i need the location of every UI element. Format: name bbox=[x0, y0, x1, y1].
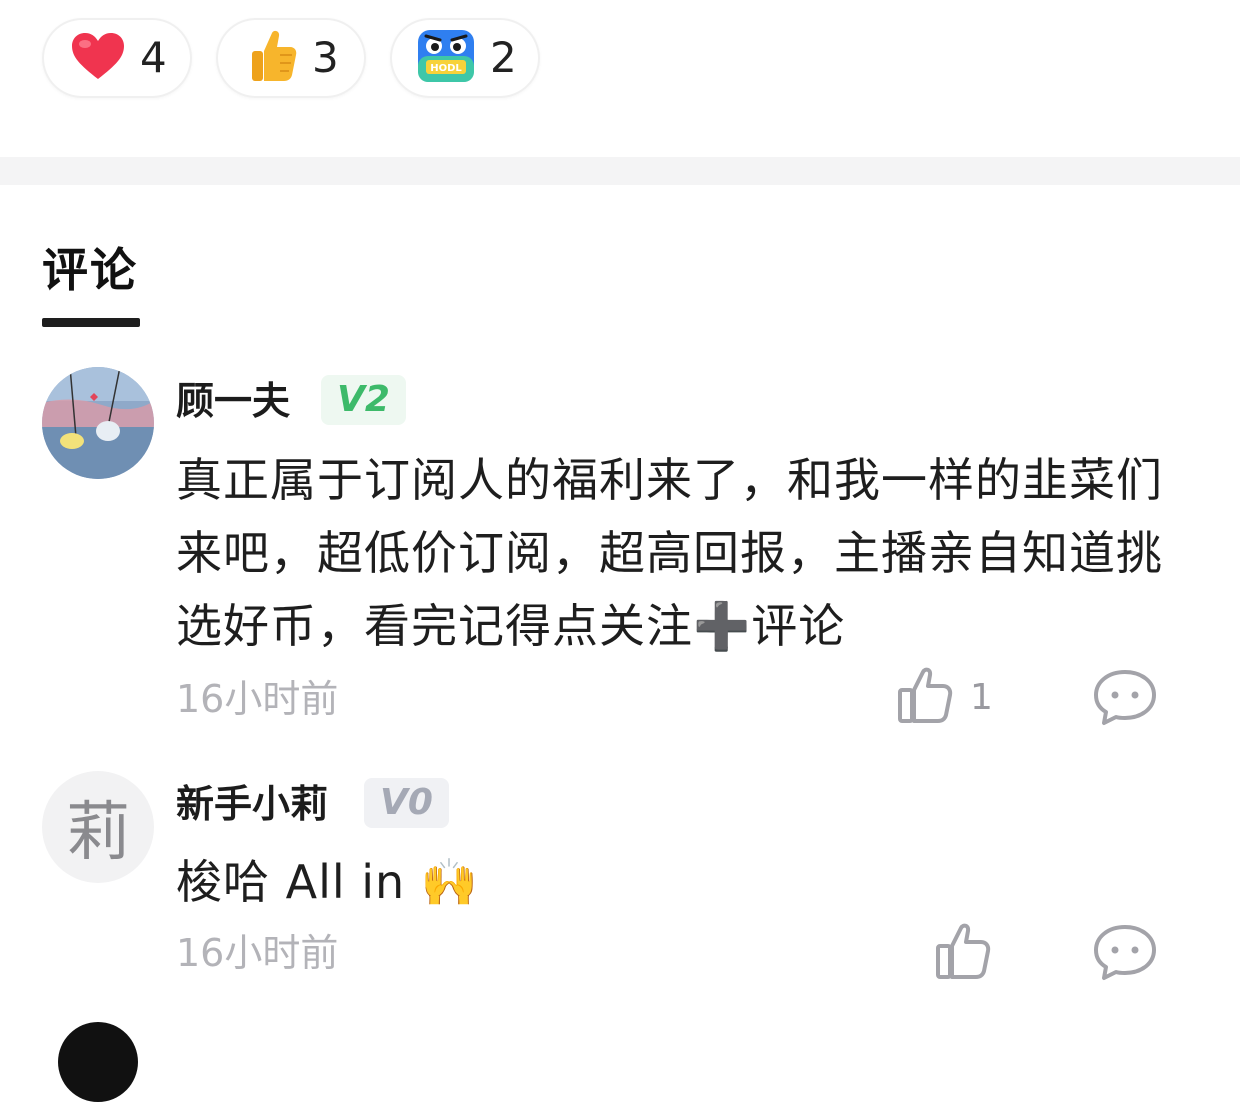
comment-time: 16小时前 bbox=[176, 931, 339, 975]
reply-button[interactable] bbox=[1092, 668, 1158, 730]
level-badge: V0 bbox=[364, 778, 449, 828]
comment-author[interactable]: 顾一夫 bbox=[176, 376, 290, 426]
thumbs-up-outline-icon bbox=[934, 922, 992, 984]
like-button[interactable]: 1 bbox=[896, 666, 993, 728]
reaction-hodl-count: 2 bbox=[490, 33, 517, 82]
reaction-hodl-button[interactable]: HODL 2 bbox=[390, 18, 540, 98]
avatar[interactable]: 莉 bbox=[42, 771, 154, 883]
heart-icon bbox=[70, 31, 126, 85]
comment-bubble-icon bbox=[1094, 925, 1156, 980]
reaction-heart-button[interactable]: 4 bbox=[42, 18, 192, 98]
reply-button[interactable] bbox=[1092, 923, 1158, 985]
reaction-heart-count: 4 bbox=[140, 33, 167, 82]
tab-active-indicator bbox=[42, 318, 140, 327]
comment-text: 真正属于订阅人的福利来了，和我一样的韭菜们来吧，超低价订阅，超高回报，主播亲自知… bbox=[176, 453, 1163, 653]
thumbs-up-outline-icon bbox=[896, 666, 954, 728]
reaction-thumbs-up-count: 3 bbox=[312, 33, 339, 82]
reactions-bar: 4 3 HODL 2 bbox=[42, 18, 540, 98]
tab-comments[interactable]: 评论 bbox=[42, 240, 140, 327]
avatar[interactable] bbox=[58, 1022, 138, 1102]
tab-comments-label: 评论 bbox=[42, 243, 138, 297]
like-count: 1 bbox=[970, 676, 993, 718]
comment-text: 梭哈 All in 🙌 bbox=[176, 855, 480, 909]
section-divider bbox=[0, 157, 1240, 185]
level-badge: V2 bbox=[321, 375, 406, 425]
like-button[interactable] bbox=[934, 922, 992, 984]
comment-bubble-icon bbox=[1094, 670, 1156, 725]
avatar[interactable] bbox=[42, 367, 154, 479]
hodl-icon: HODL bbox=[416, 26, 476, 90]
thumbs-up-icon bbox=[250, 29, 298, 87]
reaction-thumbs-up-button[interactable]: 3 bbox=[216, 18, 366, 98]
comment-author[interactable]: 新手小莉 bbox=[176, 779, 328, 829]
hodl-icon-label: HODL bbox=[430, 63, 462, 74]
comment-time: 16小时前 bbox=[176, 677, 339, 721]
